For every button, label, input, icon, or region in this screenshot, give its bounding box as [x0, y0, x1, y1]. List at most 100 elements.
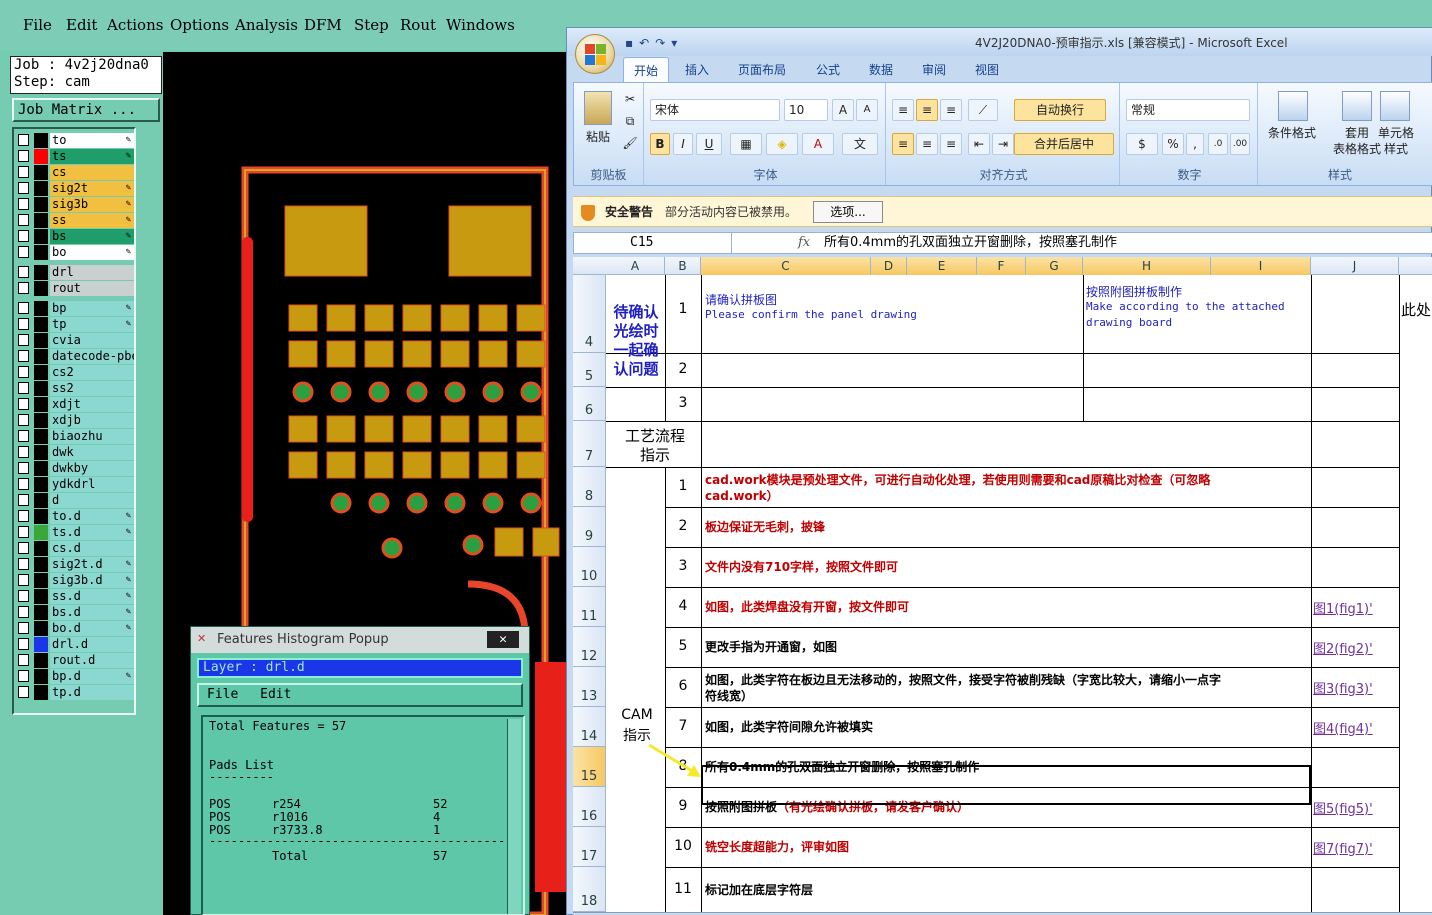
layer-checkbox[interactable]	[18, 398, 29, 410]
menu-dfm[interactable]: DFM	[304, 16, 342, 34]
figure-link[interactable]: 图1(fig1)'	[1313, 598, 1373, 617]
figure-link[interactable]: 图3(fig3)'	[1313, 678, 1373, 697]
menu-rout[interactable]: Rout	[400, 16, 436, 34]
figure-link[interactable]: 图5(fig5)'	[1313, 798, 1373, 817]
menu-actions[interactable]: Actions	[107, 16, 163, 34]
tab-home[interactable]: 开始	[623, 57, 670, 83]
layer-row-xdjb[interactable]: xdjb	[18, 413, 134, 428]
layer-checkbox[interactable]	[18, 430, 29, 442]
tab-formulas[interactable]: 公式	[816, 61, 840, 78]
font-color-icon[interactable]: A	[802, 133, 834, 155]
format-painter-icon[interactable]: 🖌	[622, 135, 638, 151]
cell-style-icon[interactable]	[1380, 91, 1410, 121]
conditional-format-button[interactable]: 条件格式	[1260, 125, 1324, 141]
layer-row-dwk[interactable]: dwk	[18, 445, 134, 460]
layer-row-tp[interactable]: tp ✎	[18, 317, 134, 332]
formula-input[interactable]: 所有0.4mm的孔双面独立开窗删除，按照塞孔制作	[824, 233, 1117, 253]
font-name-select[interactable]: 宋体	[650, 99, 780, 121]
fill-color-icon[interactable]: ◈	[766, 133, 798, 155]
comma-button[interactable]: ,	[1186, 133, 1204, 155]
cell-style-button[interactable]: 单元格 样式	[1374, 125, 1418, 157]
spreadsheet-grid[interactable]: ABCDEFGHIJ 4 5 6 7 8 9 10 11 12 13 14 15 16 17 18 待确认光…	[573, 257, 1432, 912]
align-right-icon[interactable]: ≡	[940, 133, 962, 155]
menu-analysis[interactable]: Analysis	[235, 16, 298, 34]
align-center-icon[interactable]: ≡	[916, 133, 938, 155]
layer-checkbox[interactable]	[18, 510, 29, 522]
copy-icon[interactable]: ⧉	[622, 113, 638, 129]
layer-checkbox[interactable]	[18, 686, 29, 698]
layer-row-ydkdrl[interactable]: ydkdrl	[18, 477, 134, 492]
row-header[interactable]: 17	[573, 827, 605, 867]
layer-checkbox[interactable]	[18, 182, 29, 194]
column-header[interactable]: E	[907, 257, 977, 275]
layer-color-swatch[interactable]	[34, 573, 48, 588]
layer-checkbox[interactable]	[18, 478, 29, 490]
layer-checkbox[interactable]	[18, 166, 29, 178]
layer-checkbox[interactable]	[18, 282, 29, 294]
layer-color-swatch[interactable]	[34, 317, 48, 332]
tab-data[interactable]: 数据	[869, 61, 893, 78]
column-header[interactable]: J	[1311, 257, 1399, 275]
layer-color-swatch[interactable]	[34, 165, 48, 180]
layer-color-swatch[interactable]	[34, 653, 48, 668]
menu-options[interactable]: Options	[170, 16, 229, 34]
layer-row-cs[interactable]: cs	[18, 165, 134, 180]
layer-color-swatch[interactable]	[34, 301, 48, 316]
layer-checkbox[interactable]	[18, 366, 29, 378]
align-left-icon[interactable]: ≡	[892, 133, 914, 155]
layer-color-swatch[interactable]	[34, 461, 48, 476]
layer-color-swatch[interactable]	[34, 365, 48, 380]
layer-row-xdjt[interactable]: xdjt	[18, 397, 134, 412]
figure-link[interactable]: 图4(fig4)'	[1313, 718, 1373, 737]
layer-checkbox[interactable]	[18, 542, 29, 554]
column-header[interactable]	[1399, 257, 1432, 275]
layer-color-swatch[interactable]	[34, 413, 48, 428]
layer-row-ss2[interactable]: ss2	[18, 381, 134, 396]
wrap-text-button[interactable]: 自动换行	[1014, 99, 1106, 121]
layer-color-swatch[interactable]	[34, 477, 48, 492]
column-header[interactable]: C	[701, 257, 871, 275]
name-box[interactable]: C15	[574, 233, 732, 253]
layer-row-tp.d[interactable]: tp.d	[18, 685, 134, 700]
row-header[interactable]: 18	[573, 867, 605, 912]
layer-checkbox[interactable]	[18, 198, 29, 210]
tab-review[interactable]: 审阅	[922, 61, 946, 78]
layer-color-swatch[interactable]	[34, 605, 48, 620]
figure-link[interactable]: 图7(fig7)'	[1313, 838, 1373, 857]
increase-indent-icon[interactable]: ⇥	[992, 133, 1014, 155]
column-header[interactable]: I	[1211, 257, 1311, 275]
layer-row-sig2t[interactable]: sig2t ✎	[18, 181, 134, 196]
column-header[interactable]: F	[977, 257, 1026, 275]
layer-color-swatch[interactable]	[34, 445, 48, 460]
align-bottom-icon[interactable]: ≡	[940, 99, 962, 121]
layer-checkbox[interactable]	[18, 638, 29, 650]
decrease-decimal-icon[interactable]: .00	[1230, 133, 1250, 155]
font-size-select[interactable]: 10	[784, 99, 828, 121]
layer-color-swatch[interactable]	[34, 381, 48, 396]
layer-row-cs.d[interactable]: cs.d	[18, 541, 134, 556]
tab-page-layout[interactable]: 页面布局	[738, 61, 786, 78]
layer-color-swatch[interactable]	[34, 213, 48, 228]
layer-checkbox[interactable]	[18, 334, 29, 346]
layer-checkbox[interactable]	[18, 230, 29, 242]
tab-view[interactable]: 视图	[975, 61, 999, 78]
layer-row-dwkby[interactable]: dwkby	[18, 461, 134, 476]
layer-row-ts[interactable]: ts ✎	[18, 149, 134, 164]
menu-file[interactable]: File	[23, 16, 52, 34]
layer-color-swatch[interactable]	[34, 397, 48, 412]
layer-color-swatch[interactable]	[34, 621, 48, 636]
layer-row-sig3b.d[interactable]: sig3b.d ✎	[18, 573, 134, 588]
phonetic-icon[interactable]: 文	[842, 133, 878, 155]
grow-font-icon[interactable]: A	[832, 99, 854, 121]
layer-checkbox[interactable]	[18, 266, 29, 278]
layer-row-d[interactable]: d	[18, 493, 134, 508]
layer-row-cs2[interactable]: cs2	[18, 365, 134, 380]
column-header[interactable]: G	[1026, 257, 1083, 275]
layer-checkbox[interactable]	[18, 606, 29, 618]
layer-checkbox[interactable]	[18, 590, 29, 602]
layer-row-rout.d[interactable]: rout.d	[18, 653, 134, 668]
merge-center-button[interactable]: 合并后居中	[1014, 133, 1114, 155]
layer-row-bs.d[interactable]: bs.d ✎	[18, 605, 134, 620]
layer-color-swatch[interactable]	[34, 133, 48, 148]
borders-icon[interactable]: ▦	[730, 133, 762, 155]
